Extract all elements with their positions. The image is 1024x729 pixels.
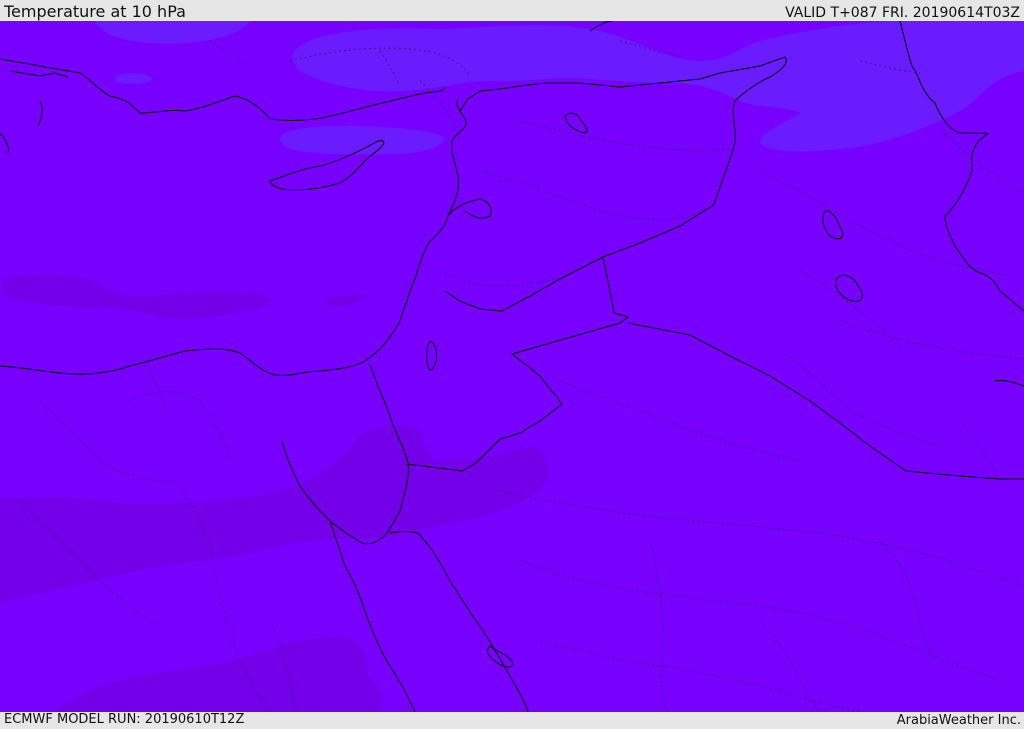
- valid-time: VALID T+087 FRI. 20190614T03Z: [785, 5, 1020, 21]
- credit-text: ArabiaWeather Inc.: [896, 713, 1021, 728]
- map-title: Temperature at 10 hPa: [4, 2, 186, 21]
- model-run: ECMWF MODEL RUN: 20190610T12Z: [4, 712, 245, 727]
- weather-map[interactable]: [0, 21, 1024, 712]
- header-bar: Temperature at 10 hPa VALID T+087 FRI. 2…: [0, 0, 1024, 21]
- footer-bar: ECMWF MODEL RUN: 20190610T12Z ArabiaWeat…: [0, 712, 1024, 729]
